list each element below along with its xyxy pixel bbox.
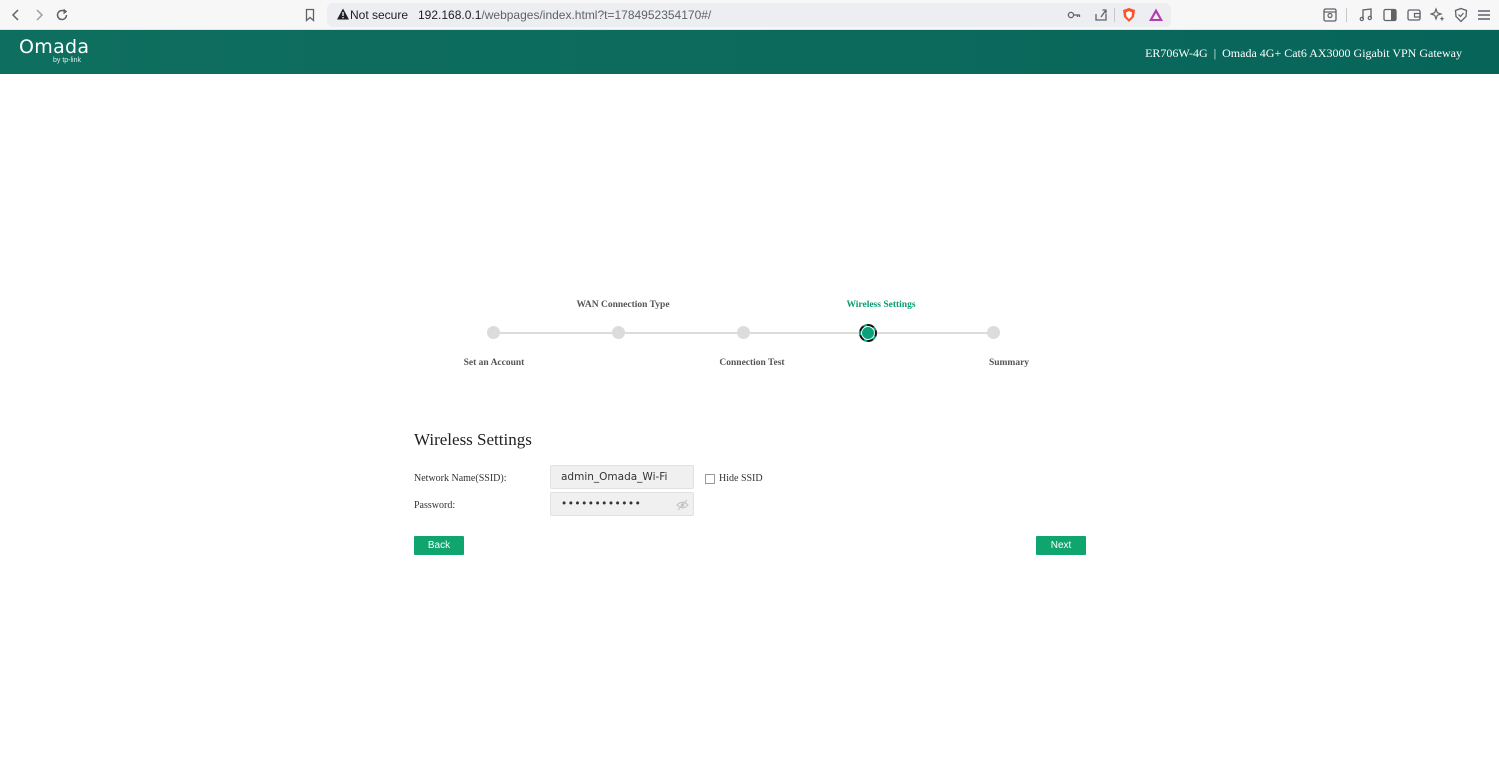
setup-stepper: Set an Account WAN Connection Type Conne… — [433, 290, 1073, 380]
bookmark-icon[interactable] — [299, 4, 321, 26]
address-divider — [1114, 8, 1115, 22]
step-label-connection-test: Connection Test — [719, 358, 785, 368]
url-path: /webpages/index.html?t=1784952354170#/ — [481, 8, 712, 22]
step-dot-summary — [987, 326, 1000, 339]
ssid-label: Network Name(SSID): — [414, 473, 507, 484]
show-password-eye-icon[interactable] — [676, 499, 689, 511]
device-info: ER706W-4G | Omada 4G+ Cat6 AX3000 Gigabi… — [1145, 46, 1462, 61]
step-dot-connection-test — [737, 326, 750, 339]
password-label: Password: — [414, 500, 456, 511]
omada-logo: Omada by tp-link — [19, 36, 90, 65]
url-text: 192.168.0.1/webpages/index.html?t=178495… — [418, 8, 711, 22]
key-icon[interactable] — [1066, 7, 1082, 23]
section-title: Wireless Settings — [414, 430, 532, 449]
next-button[interactable]: Next — [1036, 536, 1086, 555]
music-icon[interactable] — [1358, 7, 1374, 23]
step-label-wireless-settings: Wireless Settings — [846, 300, 916, 310]
ssid-value: admin_Omada_Wi-Fi — [561, 471, 668, 483]
app-header: Omada by tp-link ER706W-4G | Omada 4G+ C… — [0, 30, 1499, 74]
step-dot-wireless-settings — [859, 324, 877, 342]
address-bar[interactable]: Not secure 192.168.0.1/webpages/index.ht… — [327, 3, 1171, 27]
share-icon[interactable] — [1093, 7, 1109, 23]
step-label-set-account: Set an Account — [463, 358, 525, 368]
forward-icon[interactable] — [28, 4, 50, 26]
password-value: •••••••••••• — [561, 498, 642, 510]
wallet-icon[interactable] — [1406, 7, 1422, 23]
not-secure-label: Not secure — [350, 8, 409, 22]
sidebar-icon[interactable] — [1382, 7, 1398, 23]
menu-icon[interactable] — [1476, 7, 1492, 23]
hide-ssid-checkbox[interactable] — [705, 474, 715, 484]
back-button[interactable]: Back — [414, 536, 464, 555]
step-dot-wan-type — [612, 326, 625, 339]
password-input[interactable]: •••••••••••• — [550, 492, 694, 516]
ssid-input[interactable]: admin_Omada_Wi-Fi — [550, 465, 694, 489]
brave-shield-icon[interactable] — [1121, 7, 1137, 23]
leo-ai-icon[interactable] — [1430, 7, 1446, 23]
device-model: ER706W-4G — [1145, 46, 1208, 60]
step-label-wan-type: WAN Connection Type — [576, 300, 670, 310]
back-icon[interactable] — [5, 4, 27, 26]
toolbar-divider — [1346, 8, 1347, 22]
logo-subtext: by tp-link — [53, 57, 82, 64]
step-label-summary: Summary — [988, 358, 1030, 368]
reader-mode-icon[interactable] — [1322, 7, 1338, 23]
url-host: 192.168.0.1 — [418, 8, 482, 22]
step-dot-set-account — [487, 326, 500, 339]
reload-icon[interactable] — [51, 4, 73, 26]
brave-rewards-icon[interactable] — [1148, 7, 1164, 23]
warning-icon — [337, 8, 349, 20]
device-name: Omada 4G+ Cat6 AX3000 Gigabit VPN Gatewa… — [1222, 46, 1462, 60]
logo-text: Omada — [19, 36, 90, 58]
device-separator: | — [1213, 46, 1217, 60]
vpn-icon[interactable] — [1453, 7, 1469, 23]
hide-ssid-label: Hide SSID — [719, 473, 763, 484]
browser-toolbar: Not secure 192.168.0.1/webpages/index.ht… — [0, 0, 1499, 30]
